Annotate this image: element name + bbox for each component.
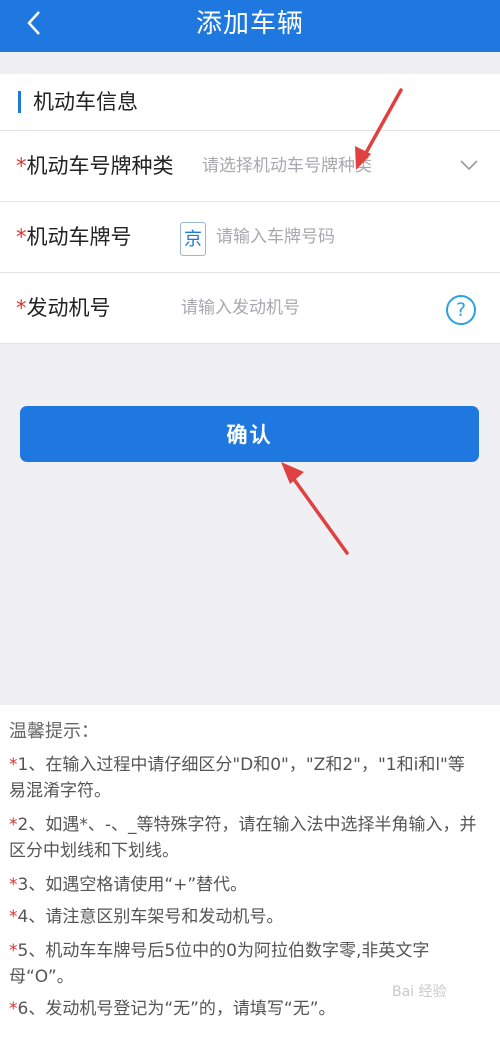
required-mark: * [16,296,27,320]
required-mark: * [16,154,27,178]
app-header: 添加车辆 [0,0,500,52]
annotation-arrow-icon [281,462,349,555]
plate-number-label: *机动车牌号 [16,225,132,249]
tip-item: *4、请注意区别车架号和发动机号。 [9,907,284,927]
plate-number-row: *机动车牌号 京 请输入车牌号码 [0,202,500,273]
help-icon[interactable]: ? [446,295,476,325]
confirm-button[interactable]: 确认 [20,406,479,462]
required-mark: * [16,225,27,249]
section-header: 机动车信息 [0,74,500,131]
chevron-down-icon[interactable] [460,159,478,171]
tips-title: 温馨提示： [9,721,99,742]
tip-item: *2、如遇*、-、_等特殊字符，请在输入法中选择半角输入，并区分中划线和下划线。 [9,815,477,861]
engine-number-label: *发动机号 [16,296,111,320]
province-selector[interactable]: 京 [180,222,206,256]
engine-number-row: *发动机号 请输入发动机号 ? [0,273,500,344]
tip-item: *3、如遇空格请使用“+”替代。 [9,875,248,895]
section-accent-bar [18,91,21,113]
plate-type-label: *机动车号牌种类 [16,154,174,178]
plate-type-select[interactable]: 请选择机动车号牌种类 [202,150,372,182]
tip-item: *1、在输入过程中请仔细区分"D和0"，"Z和2"，"1和i和l"等易混淆字符。 [9,755,465,801]
section-title: 机动车信息 [33,90,138,114]
page-title: 添加车辆 [195,9,304,39]
watermark: Bai 经验 [392,984,447,1000]
plate-type-row[interactable]: *机动车号牌种类 请选择机动车号牌种类 [0,131,500,202]
plate-number-input[interactable]: 请输入车牌号码 [216,221,335,253]
engine-number-input[interactable]: 请输入发动机号 [181,292,300,324]
